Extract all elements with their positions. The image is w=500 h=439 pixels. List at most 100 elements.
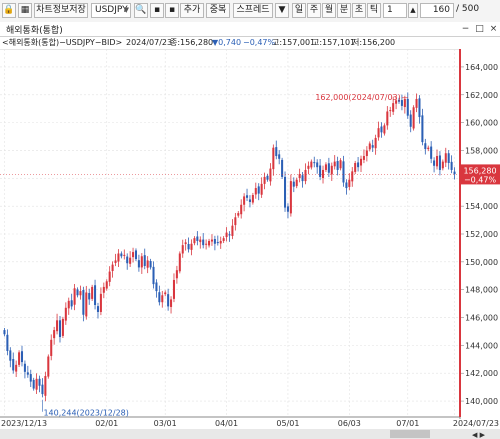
tab-minute[interactable]: 분 <box>337 3 351 18</box>
grid-icon[interactable]: ▦ <box>18 3 32 18</box>
candle-body <box>374 137 377 149</box>
candle-body <box>143 255 146 267</box>
candle-body <box>453 171 456 175</box>
symbol-select[interactable]: USDJPY ▼ <box>91 3 131 18</box>
y-tick-label: 160,000 <box>465 119 498 128</box>
info-high2: 고:157,101 <box>312 38 356 47</box>
candle-body <box>383 125 386 134</box>
candlestick-chart[interactable]: 140,000 142,000 144,000 146,000 148,000 150,0… <box>0 49 500 439</box>
interval-stepper[interactable]: ▲ <box>408 3 418 18</box>
lock-icon[interactable]: 🔒 <box>2 3 16 18</box>
candle-body <box>316 162 319 168</box>
candle-body <box>246 195 249 198</box>
candle-body <box>219 240 222 244</box>
candle-body <box>172 279 175 299</box>
candle-body <box>339 160 342 169</box>
candle-body <box>392 103 395 112</box>
candle-body <box>403 98 406 108</box>
restore-icon[interactable]: □ <box>474 24 485 35</box>
candle-body <box>424 143 427 150</box>
search-icon[interactable]: 🔍 <box>134 3 148 18</box>
candle-body <box>357 162 360 168</box>
candle-body <box>170 299 173 307</box>
tab-day[interactable]: 일 <box>292 3 306 18</box>
tab-tick[interactable]: 틱 <box>367 3 381 18</box>
candle-body <box>82 289 85 315</box>
scrollbar-thumb[interactable] <box>390 430 430 438</box>
candle-body <box>35 378 38 390</box>
candle-body <box>345 182 348 189</box>
y-axis-ticks: 140,000 142,000 144,000 146,000 148,000 150,0… <box>460 63 498 406</box>
candle-body <box>278 154 281 159</box>
candle-body <box>409 114 412 127</box>
candle-body <box>196 236 199 241</box>
color-icon[interactable]: ▪ <box>150 3 164 18</box>
candle-body <box>260 183 263 195</box>
scroll-end-icon[interactable]: ◀ ▶ <box>472 431 486 439</box>
candle-body <box>319 165 322 177</box>
tab-week[interactable]: 주 <box>307 3 321 18</box>
candle-body <box>430 146 433 159</box>
candle-body <box>6 334 9 351</box>
candle-body <box>50 339 53 356</box>
candle-body <box>377 128 380 138</box>
candle-body <box>415 98 418 108</box>
candles <box>3 92 456 402</box>
candle-body <box>342 161 345 183</box>
x-tick-label: 2024/07/23 <box>453 419 499 428</box>
overlay-button[interactable]: 중복 <box>206 3 230 18</box>
y-tick-label: 154,000 <box>465 202 498 211</box>
candle-body <box>126 256 129 264</box>
tab-month[interactable]: 월 <box>322 3 336 18</box>
candle-body <box>313 162 316 164</box>
spread-button[interactable]: 스프레드 <box>233 3 273 18</box>
tab-second[interactable]: 초 <box>352 3 366 18</box>
candle-body <box>368 143 371 150</box>
candle-body <box>365 150 368 157</box>
y-tick-label: 152,000 <box>465 230 498 239</box>
candle-body <box>18 352 21 365</box>
candle-body <box>450 161 453 170</box>
candle-body <box>321 169 325 179</box>
candle-body <box>187 244 190 250</box>
annotations: 162,000(2024/07/03) 140,244(2023/12/28) 15… <box>0 49 500 418</box>
info-low: 저:156,200 <box>352 38 396 47</box>
x-tick-label: 06/03 <box>338 419 361 428</box>
x-tick-label: 07/01 <box>396 419 419 428</box>
candle-body <box>438 155 441 170</box>
candle-body <box>310 161 313 168</box>
chevron-down-icon: ▼ <box>123 6 129 14</box>
candle-body <box>178 253 181 272</box>
candle-body <box>132 252 135 258</box>
candle-body <box>295 179 298 187</box>
candle-body <box>149 261 152 268</box>
x-axis-ticks: 2023/12/13 02/01 03/01 04/01 05/01 06/03 07/01… <box>1 419 499 428</box>
candle-body <box>257 186 260 194</box>
close-icon[interactable]: × <box>488 24 499 35</box>
indicator-icon[interactable]: ▪ <box>165 3 179 18</box>
candle-body <box>406 98 409 116</box>
candle-body <box>216 242 219 244</box>
candle-body <box>333 161 336 167</box>
candle-body <box>167 294 170 307</box>
minimize-icon[interactable]: − <box>460 24 471 35</box>
candle-body <box>12 359 15 371</box>
candle-body <box>123 254 126 256</box>
grid-lines-horizontal <box>0 66 460 402</box>
candle-body <box>210 239 213 242</box>
candle-body <box>228 234 231 236</box>
add-button[interactable]: 추가 <box>180 3 204 18</box>
candle-body <box>108 271 111 282</box>
count-input[interactable]: 160 <box>420 3 454 18</box>
candle-body <box>64 307 67 321</box>
chart-save-button[interactable]: 차트정보저장 <box>34 3 88 18</box>
chevron-down-icon[interactable]: ▼ <box>275 3 289 18</box>
candle-body <box>88 293 91 300</box>
interval-input[interactable]: 1 <box>383 3 407 18</box>
candle-body <box>117 253 120 262</box>
candle-body <box>102 286 105 293</box>
chart-tab-title[interactable]: 해외통화(통합) <box>6 23 63 36</box>
candle-body <box>56 320 59 332</box>
candle-body <box>435 156 439 167</box>
candle-body <box>140 256 143 268</box>
